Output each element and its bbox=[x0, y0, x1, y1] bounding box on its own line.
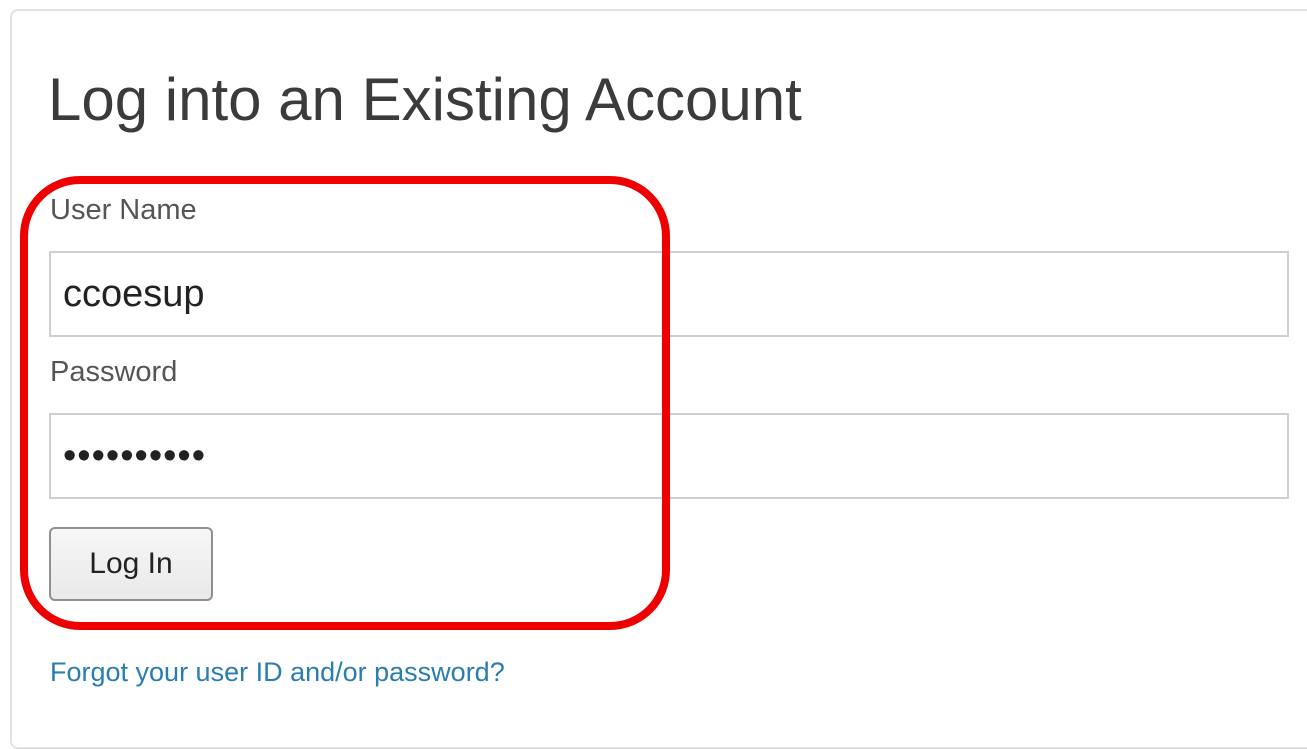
forgot-credentials-link[interactable]: Forgot your user ID and/or password? bbox=[50, 656, 505, 688]
password-input[interactable] bbox=[49, 413, 1289, 499]
password-label: Password bbox=[50, 356, 178, 388]
username-label: User Name bbox=[50, 194, 197, 226]
login-button[interactable]: Log In bbox=[49, 527, 213, 601]
page-title: Log into an Existing Account bbox=[48, 66, 802, 133]
username-input[interactable] bbox=[49, 251, 1289, 337]
